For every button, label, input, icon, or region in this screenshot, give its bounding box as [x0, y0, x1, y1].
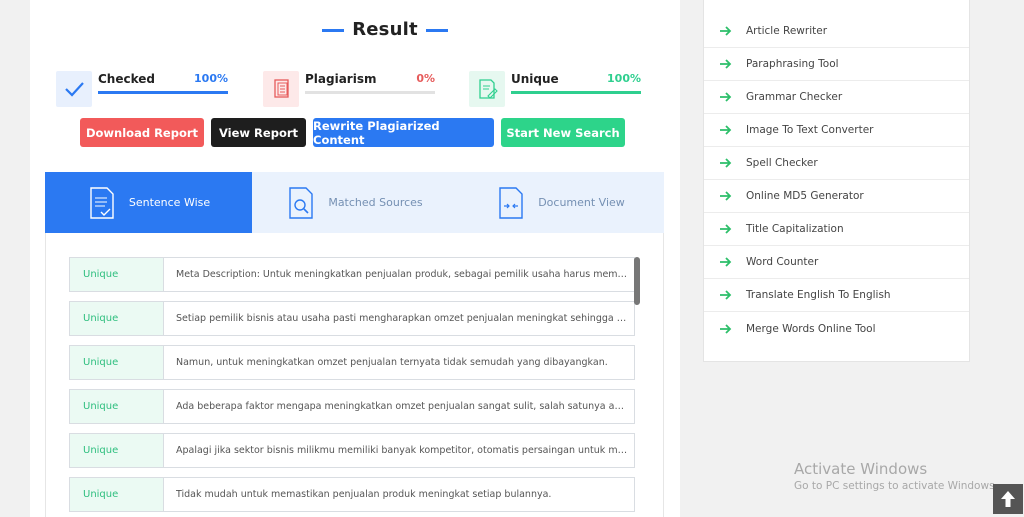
rewrite-plagiarized-content-button[interactable]: Rewrite Plagiarized Content — [313, 118, 494, 147]
arrow-up-icon — [1001, 491, 1015, 507]
checkmark-icon — [56, 71, 92, 107]
sentence-text: Namun, untuk meningkatkan omzet penjuala… — [176, 357, 608, 368]
sidebar-item-grammar-checker[interactable]: Grammar Checker — [704, 81, 969, 114]
document-list-icon — [90, 186, 114, 219]
sentence-text: Meta Description: Untuk meningkatkan pen… — [176, 269, 628, 280]
sidebar-item-label: Translate English To English — [746, 289, 891, 301]
arrow-right-icon — [720, 290, 732, 300]
arrow-right-icon — [720, 92, 732, 102]
sentence-row[interactable]: Unique Setiap pemilik bisnis atau usaha … — [69, 301, 635, 336]
download-report-button[interactable]: Download Report — [80, 118, 204, 147]
sentence-text: Apalagi jika sektor bisnis milikmu memil… — [176, 445, 628, 456]
sentence-row[interactable]: Unique Tidak mudah untuk memastikan penj… — [69, 477, 635, 512]
document-search-icon — [289, 186, 314, 219]
sidebar-item-merge-words[interactable]: Merge Words Online Tool — [704, 312, 969, 345]
status-badge: Unique — [70, 346, 164, 379]
sidebar-item-word-counter[interactable]: Word Counter — [704, 246, 969, 279]
stat-label: Unique — [511, 72, 559, 86]
stat-progress-bar — [98, 91, 228, 94]
document-compare-icon — [499, 186, 523, 219]
result-title: Result — [352, 19, 418, 40]
stat-label: Plagiarism — [305, 72, 377, 86]
document-edit-icon — [469, 71, 505, 107]
scrollbar-thumb[interactable] — [634, 257, 640, 305]
sentence-text: Tidak mudah untuk memastikan penjualan p… — [176, 489, 552, 500]
tab-matched-sources[interactable]: Matched Sources — [252, 172, 457, 233]
sentence-row[interactable]: Unique Meta Description: Untuk meningkat… — [69, 257, 635, 292]
sidebar-item-translate[interactable]: Translate English To English — [704, 279, 969, 312]
tab-label: Document View — [538, 196, 625, 209]
watermark-title: Activate Windows — [794, 460, 928, 478]
tab-label: Matched Sources — [328, 196, 423, 209]
arrow-right-icon — [720, 191, 732, 201]
heading-dash-left — [322, 28, 345, 32]
status-badge: Unique — [70, 478, 164, 511]
sidebar-item-paraphrasing-tool[interactable]: Paraphrasing Tool — [704, 48, 969, 81]
activate-windows-watermark: Activate Windows Go to PC settings to ac… — [794, 460, 998, 492]
sidebar-item-image-to-text[interactable]: Image To Text Converter — [704, 114, 969, 147]
status-badge: Unique — [70, 434, 164, 467]
document-copy-icon — [263, 71, 299, 107]
sentence-row[interactable]: Unique Namun, untuk meningkatkan omzet p… — [69, 345, 635, 380]
arrow-right-icon — [720, 158, 732, 168]
tools-sidebar: Article Rewriter Paraphrasing Tool Gramm… — [703, 0, 970, 362]
arrow-right-icon — [720, 323, 732, 334]
sidebar-item-label: Word Counter — [746, 256, 819, 268]
tab-sentence-wise[interactable]: Sentence Wise — [45, 172, 252, 233]
heading-dash-right — [425, 28, 448, 32]
stat-track — [305, 91, 435, 94]
stat-value: 0% — [416, 72, 435, 85]
scroll-to-top-button[interactable] — [993, 484, 1023, 514]
tab-document-view[interactable]: Document View — [457, 172, 664, 233]
arrow-right-icon — [720, 26, 732, 36]
stat-unique: Unique 100% — [469, 71, 641, 107]
arrow-right-icon — [720, 224, 732, 234]
sentence-list: Unique Meta Description: Untuk meningkat… — [45, 233, 664, 517]
start-new-search-button[interactable]: Start New Search — [501, 118, 625, 147]
sentence-row[interactable]: Unique Ada beberapa faktor mengapa menin… — [69, 389, 635, 424]
stat-value: 100% — [607, 72, 641, 85]
arrow-right-icon — [720, 257, 732, 267]
sidebar-item-label: Title Capitalization — [746, 223, 844, 235]
sidebar-item-spell-checker[interactable]: Spell Checker — [704, 147, 969, 180]
sidebar-item-article-rewriter[interactable]: Article Rewriter — [704, 15, 969, 48]
sidebar-item-label: Paraphrasing Tool — [746, 58, 839, 70]
status-badge: Unique — [70, 390, 164, 423]
sentence-text: Ada beberapa faktor mengapa meningkatkan… — [176, 401, 628, 412]
arrow-right-icon — [720, 125, 732, 135]
result-heading: Result — [0, 19, 770, 40]
arrow-right-icon — [720, 59, 732, 69]
stat-progress-bar — [511, 91, 641, 94]
stat-label: Checked — [98, 72, 155, 86]
status-badge: Unique — [70, 258, 164, 291]
sentence-text: Setiap pemilik bisnis atau usaha pasti m… — [176, 313, 628, 324]
sidebar-item-label: Image To Text Converter — [746, 124, 874, 136]
sidebar-item-label: Merge Words Online Tool — [746, 322, 876, 335]
stat-plagiarism: Plagiarism 0% — [263, 71, 435, 107]
sentence-row[interactable]: Unique Apalagi jika sektor bisnis milikm… — [69, 433, 635, 468]
sidebar-item-label: Article Rewriter — [746, 25, 828, 37]
stat-value: 100% — [194, 72, 228, 85]
view-report-button[interactable]: View Report — [211, 118, 306, 147]
sidebar-item-title-capitalization[interactable]: Title Capitalization — [704, 213, 969, 246]
tab-label: Sentence Wise — [128, 196, 211, 209]
status-badge: Unique — [70, 302, 164, 335]
sidebar-item-md5-generator[interactable]: Online MD5 Generator — [704, 180, 969, 213]
sidebar-item-label: Grammar Checker — [746, 91, 843, 103]
sidebar-item-label: Spell Checker — [746, 157, 818, 169]
stat-checked: Checked 100% — [56, 71, 228, 107]
sidebar-item-label: Online MD5 Generator — [746, 190, 864, 202]
watermark-subtitle: Go to PC settings to activate Windows. — [794, 480, 998, 492]
